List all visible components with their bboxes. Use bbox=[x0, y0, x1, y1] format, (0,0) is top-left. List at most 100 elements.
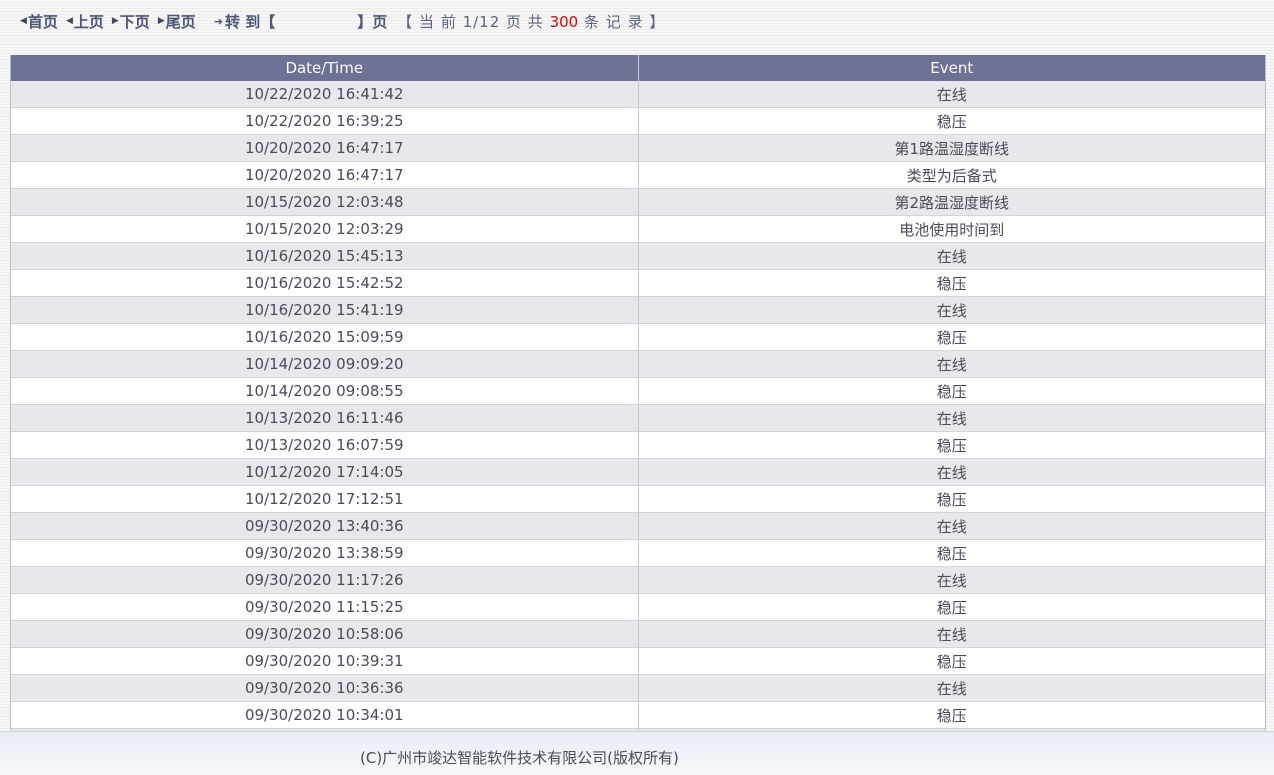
event-cell: 稳压 bbox=[638, 647, 1265, 675]
event-cell: 稳压 bbox=[638, 431, 1265, 459]
table-row: 09/30/2020 10:58:06 在线 bbox=[11, 620, 1265, 648]
page-info: 【 当 前 1/12 页 共 300 条 记 录 】 bbox=[397, 11, 665, 32]
event-cell: 电池使用时间到 bbox=[638, 215, 1265, 243]
event-cell: 稳压 bbox=[638, 107, 1265, 135]
event-cell: 类型为后备式 bbox=[638, 161, 1265, 189]
event-cell: 稳压 bbox=[638, 593, 1265, 621]
table-row: 10/14/2020 09:08:55 稳压 bbox=[11, 377, 1265, 405]
event-log-table: Date/Time Event 10/22/2020 16:41:42 在线 10/… bbox=[11, 55, 1265, 731]
datetime-cell: 09/30/2020 10:34:01 bbox=[11, 701, 639, 729]
current-page-text: 当 前 1/12 页 共 bbox=[419, 12, 544, 31]
table-body: 10/22/2020 16:41:42 在线 10/22/2020 16:39:25… bbox=[11, 81, 1265, 731]
datetime-cell: 10/13/2020 16:07:59 bbox=[11, 431, 639, 459]
datetime-cell: 09/30/2020 11:15:25 bbox=[11, 593, 639, 621]
goto-label: 转 到 bbox=[224, 12, 261, 31]
copyright-text: (C)广州市竣达智能软件技术有限公司(版权所有) bbox=[360, 749, 679, 767]
event-cell: 在线 bbox=[638, 81, 1265, 108]
table-header-row: Date/Time Event bbox=[11, 55, 1265, 81]
table-row: 10/13/2020 16:07:59 稳压 bbox=[11, 431, 1265, 459]
datetime-cell: 10/13/2020 16:11:46 bbox=[11, 404, 639, 432]
table-row: 10/13/2020 16:11:46 在线 bbox=[11, 404, 1265, 432]
table-row: 10/16/2020 15:42:52 稳压 bbox=[11, 269, 1265, 297]
datetime-cell: 10/12/2020 17:14:05 bbox=[11, 458, 639, 486]
table-row: 10/12/2020 17:14:05 在线 bbox=[11, 458, 1265, 486]
datetime-cell: 10/16/2020 15:09:59 bbox=[11, 323, 639, 351]
datetime-cell: 09/30/2020 11:17:26 bbox=[11, 566, 639, 594]
event-cell: 稳压 bbox=[638, 269, 1265, 297]
next-page-label: 下页 bbox=[119, 12, 150, 31]
table-row: 10/16/2020 15:41:19 在线 bbox=[11, 296, 1265, 324]
datetime-cell: 10/16/2020 15:42:52 bbox=[11, 269, 639, 297]
event-cell: 在线 bbox=[638, 404, 1265, 432]
datetime-cell: 10/22/2020 16:39:25 bbox=[11, 107, 639, 135]
datetime-cell: 09/30/2020 13:40:36 bbox=[11, 512, 639, 540]
datetime-cell: 09/30/2020 13:38:59 bbox=[11, 539, 639, 567]
datetime-cell: 09/30/2020 10:39:31 bbox=[11, 647, 639, 675]
goto-bracket-close: 】 bbox=[357, 12, 373, 31]
event-cell: 在线 bbox=[638, 512, 1265, 540]
last-page-button[interactable]: ▶ 尾页 bbox=[158, 11, 196, 32]
datetime-cell: 10/15/2020 12:03:48 bbox=[11, 188, 639, 216]
table-row: 09/30/2020 11:17:26 在线 bbox=[11, 566, 1265, 594]
table-row: 10/12/2020 17:12:51 稳压 bbox=[11, 485, 1265, 513]
event-cell: 在线 bbox=[638, 350, 1265, 378]
event-cell: 在线 bbox=[638, 674, 1265, 702]
column-header-event: Event bbox=[638, 55, 1265, 81]
goto-bracket-open: 【 bbox=[260, 12, 276, 31]
datetime-cell: 10/16/2020 15:45:13 bbox=[11, 242, 639, 270]
event-cell: 在线 bbox=[638, 620, 1265, 648]
table-row: 10/20/2020 16:47:17 类型为后备式 bbox=[11, 161, 1265, 189]
event-cell: 稳压 bbox=[638, 539, 1265, 567]
page-number-input[interactable] bbox=[279, 11, 354, 31]
first-page-label: 首页 bbox=[27, 12, 58, 31]
triangle-left-icon: ◀ bbox=[65, 16, 73, 26]
event-cell: 第1路温湿度断线 bbox=[638, 134, 1265, 162]
datetime-cell: 10/22/2020 16:41:42 bbox=[11, 81, 639, 108]
table-row: 09/30/2020 10:36:36 在线 bbox=[11, 674, 1265, 702]
prev-page-button[interactable]: ◀ 上页 bbox=[66, 11, 104, 32]
table-row: 10/16/2020 15:09:59 稳压 bbox=[11, 323, 1265, 351]
table-row: 09/30/2020 10:34:01 稳压 bbox=[11, 701, 1265, 729]
triangle-left-icon: ◀ bbox=[20, 16, 27, 26]
event-cell: 在线 bbox=[638, 458, 1265, 486]
table-row: 09/30/2020 11:15:25 稳压 bbox=[11, 593, 1265, 621]
next-page-button[interactable]: ▶ 下页 bbox=[112, 11, 150, 32]
goto-page-button[interactable]: ➜ 转 到 bbox=[214, 11, 260, 32]
table-row: 10/20/2020 16:47:17 第1路温湿度断线 bbox=[11, 134, 1265, 162]
event-cell: 在线 bbox=[638, 242, 1265, 270]
table-row: 10/16/2020 15:45:13 在线 bbox=[11, 242, 1265, 270]
datetime-cell: 10/16/2020 15:41:19 bbox=[11, 296, 639, 324]
last-page-label: 尾页 bbox=[165, 12, 196, 31]
prev-page-label: 上页 bbox=[73, 12, 104, 31]
event-cell: 稳压 bbox=[638, 701, 1265, 729]
datetime-cell: 10/15/2020 12:03:29 bbox=[11, 215, 639, 243]
datetime-cell: 09/30/2020 10:36:36 bbox=[11, 674, 639, 702]
event-cell: 稳压 bbox=[638, 377, 1265, 405]
datetime-cell: 10/20/2020 16:47:17 bbox=[11, 134, 639, 162]
datetime-cell: 10/14/2020 09:09:20 bbox=[11, 350, 639, 378]
first-page-button[interactable]: ◀ 首页 bbox=[20, 11, 58, 32]
datetime-cell: 10/14/2020 09:08:55 bbox=[11, 377, 639, 405]
table-row: 09/30/2020 13:40:36 在线 bbox=[11, 512, 1265, 540]
datetime-cell: 10/12/2020 17:12:51 bbox=[11, 485, 639, 513]
table-row: 10/22/2020 16:41:42 在线 bbox=[11, 81, 1265, 108]
table-row: 10/15/2020 12:03:48 第2路温湿度断线 bbox=[11, 188, 1265, 216]
footer: (C)广州市竣达智能软件技术有限公司(版权所有) bbox=[0, 731, 1274, 775]
triangle-right-icon: ▶ bbox=[111, 16, 119, 26]
event-cell: 第2路温湿度断线 bbox=[638, 188, 1265, 216]
event-cell: 稳压 bbox=[638, 323, 1265, 351]
event-cell: 在线 bbox=[638, 296, 1265, 324]
info-bracket-open: 【 bbox=[397, 12, 414, 31]
table-row: 09/30/2020 13:38:59 稳压 bbox=[11, 539, 1265, 567]
event-log-table-container: Date/Time Event 10/22/2020 16:41:42 在线 10/… bbox=[10, 55, 1266, 731]
column-header-datetime: Date/Time bbox=[11, 55, 639, 81]
record-suffix: 条 记 录 bbox=[584, 12, 644, 31]
info-bracket-close: 】 bbox=[649, 12, 666, 31]
triangle-right-icon: ▶ bbox=[157, 16, 165, 26]
arrow-right-icon: ➜ bbox=[213, 14, 223, 28]
table-row: 10/15/2020 12:03:29 电池使用时间到 bbox=[11, 215, 1265, 243]
page-unit-label: 页 bbox=[372, 12, 388, 31]
table-row: 09/30/2020 10:39:31 稳压 bbox=[11, 647, 1265, 675]
table-row: 10/22/2020 16:39:25 稳压 bbox=[11, 107, 1265, 135]
event-cell: 在线 bbox=[638, 566, 1265, 594]
